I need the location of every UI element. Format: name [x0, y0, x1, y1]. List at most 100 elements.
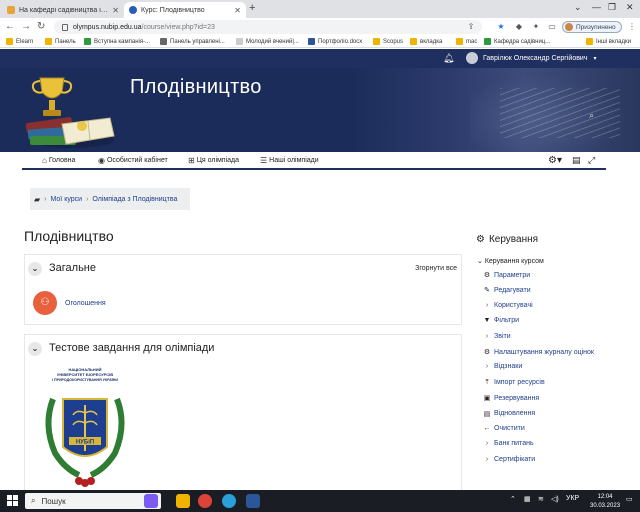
sidebar-icon[interactable]: ▭	[547, 22, 557, 32]
menu-item-dashboard[interactable]: ◉ Особистий кабінет	[98, 156, 168, 165]
fullscreen-icon[interactable]: ⤢	[588, 155, 595, 166]
reload-icon[interactable]: ↻	[37, 21, 45, 32]
profile-label: Призупинено	[576, 23, 616, 31]
folder-icon	[410, 38, 417, 45]
language-indicator[interactable]: УКР	[566, 495, 579, 502]
url-path: /course/view.php?id=23	[141, 23, 215, 31]
admin-item-4[interactable]: ▼ Фільтри	[483, 317, 520, 324]
volume-icon[interactable]: ◁)	[551, 495, 559, 503]
menu-item-this-olympiad[interactable]: ⊞ Ця олімпіада	[188, 156, 239, 165]
section-title: Тестове завдання для олімпіади	[49, 342, 215, 354]
admin-item-13[interactable]: › Сертифікати	[483, 456, 535, 463]
chrome-icon[interactable]	[198, 494, 212, 508]
chevron-down-icon[interactable]: ⌄	[28, 342, 42, 356]
admin-block-title: ⚙ Керування	[476, 234, 539, 245]
clock[interactable]: 12:04 30.03.2023	[590, 493, 620, 511]
search-icon[interactable]: ⌕	[589, 110, 601, 122]
admin-item-2[interactable]: ✎ Редагувати	[483, 286, 531, 295]
browser-toolbar: ← → ↻ olympus.nubip.edu.ua/course/view.p…	[0, 18, 640, 36]
word-icon[interactable]	[246, 494, 260, 508]
notification-icon[interactable]: ▭	[626, 495, 633, 503]
chevron-down-icon[interactable]: ⌄	[28, 262, 42, 276]
taskbar-search-input[interactable]: ⌕ Пошук	[25, 493, 161, 509]
browser-tab-1[interactable]: На кафедрі садівництва ім. про ✕	[2, 2, 124, 18]
profile-button[interactable]: Призупинено	[562, 21, 622, 33]
avatar	[565, 23, 573, 31]
back-icon[interactable]: ←	[5, 21, 15, 32]
admin-item-11[interactable]: ← Очистити	[483, 425, 525, 432]
breadcrumb-my-courses[interactable]: Мої курси	[51, 196, 83, 203]
bookmark-item[interactable]: Портфоліо.docx	[308, 38, 362, 45]
share-icon[interactable]: ⇪	[466, 22, 476, 32]
site-icon	[236, 38, 243, 45]
admin-item-label: Сертифікати	[494, 455, 536, 463]
url-host: olympus.nubip.edu.ua	[73, 23, 142, 31]
admin-item-6[interactable]: ⚙ Налаштування журналу оцінок	[483, 348, 594, 357]
star-icon[interactable]: ★	[496, 22, 506, 32]
file-explorer-icon[interactable]	[176, 494, 190, 508]
address-bar[interactable]: olympus.nubip.edu.ua/course/view.php?id=…	[54, 20, 482, 34]
chevron-down-icon: ⌄	[477, 258, 483, 265]
widget-icon[interactable]	[144, 494, 158, 508]
gear-icon[interactable]: ⚙▾	[548, 155, 562, 166]
bookmark-item[interactable]: Панель	[45, 38, 76, 45]
network-icon[interactable]: ▦	[524, 495, 531, 503]
wifi-icon[interactable]: ≋	[538, 495, 544, 503]
bookmark-item[interactable]: Scopus	[373, 38, 403, 45]
restore-icon: ▤	[483, 410, 491, 418]
chevron-down-icon: ▾	[593, 55, 597, 62]
word-icon	[308, 38, 315, 45]
windows-start-icon[interactable]	[7, 495, 18, 506]
forum-icon[interactable]: ⚇	[33, 291, 57, 315]
admin-item-12[interactable]: › Банк питань	[483, 440, 534, 447]
admin-item-8[interactable]: ⤒ Імпорт ресурсів	[483, 379, 544, 387]
admin-item-10[interactable]: ▤ Відновлення	[483, 410, 535, 418]
chevron-up-icon[interactable]: ⌃	[510, 495, 516, 503]
folder-open-icon: ▰	[34, 194, 41, 204]
close-tab-icon[interactable]: ✕	[112, 6, 119, 15]
admin-item-9[interactable]: ▣ Резервування	[483, 394, 539, 403]
bookmark-item[interactable]: Вступна кампанія-...	[84, 38, 150, 45]
bookmark-item[interactable]: Інші вкладки	[586, 38, 631, 45]
announcements-link[interactable]: Оголошення	[65, 300, 106, 307]
collapse-tabs-icon[interactable]: ⌄	[574, 2, 582, 13]
user-menu[interactable]: Гаврілюк Олександр Сергійович ▾	[466, 52, 597, 64]
menu-item-our-olympiads[interactable]: ☰ Наші олімпіади	[260, 156, 319, 165]
minimize-icon[interactable]: —	[592, 2, 601, 12]
admin-item-5[interactable]: › Звіти	[483, 333, 511, 340]
menu-item-home[interactable]: ⌂ Головна	[42, 156, 75, 165]
menu-dots-icon[interactable]: ⋮	[627, 22, 637, 32]
puzzle-icon[interactable]: ✦	[531, 22, 541, 32]
admin-item-3[interactable]: › Користувачі	[483, 302, 533, 309]
sitemap-icon: ⊞	[188, 156, 195, 165]
forward-icon[interactable]: →	[21, 21, 31, 32]
chevron-right-icon: ›	[485, 301, 489, 309]
settings-icon	[160, 38, 167, 45]
screen: На кафедрі садівництва ім. про ✕ Курс: П…	[0, 0, 640, 512]
close-window-icon[interactable]: ✕	[626, 2, 634, 13]
admin-item-7[interactable]: › Відзнаки	[483, 363, 522, 370]
browser-tab-2[interactable]: Курс: Плодівництво ✕	[124, 2, 246, 18]
close-tab-icon[interactable]: ✕	[234, 6, 241, 15]
bell-icon[interactable]: 🔔︎	[443, 53, 454, 63]
admin-item-1[interactable]: ⚙ Параметри	[483, 271, 530, 280]
bookmark-item[interactable]: Молодий вчений|...	[236, 38, 299, 45]
collapse-all-link[interactable]: Згорнути все	[415, 265, 457, 272]
site-favicon-icon	[129, 6, 137, 14]
maximize-icon[interactable]: ❐	[608, 2, 616, 13]
admin-item-label: Відновлення	[494, 410, 536, 418]
breadcrumb-course[interactable]: Олімпіада з Плодівництва	[92, 196, 177, 203]
bookmark-item[interactable]: вкладка	[410, 38, 442, 45]
page-title: Плодівництво	[24, 228, 114, 244]
browser-tab-bar: На кафедрі садівництва ім. про ✕ Курс: П…	[0, 0, 640, 18]
course-admin-root[interactable]: ⌄ Керування курсом	[477, 257, 544, 265]
new-tab-button[interactable]: +	[249, 2, 255, 14]
course-title: Плодівництво	[130, 76, 262, 98]
bookmark-item[interactable]: Панель управлені...	[160, 38, 225, 45]
bookmark-item[interactable]: mac	[456, 38, 477, 45]
bookmark-item[interactable]: Кафедра садівниц...	[484, 38, 550, 45]
bookmark-item[interactable]: Elearn	[6, 38, 33, 45]
sidebar-toggle-icon[interactable]: ▤	[572, 155, 581, 166]
telegram-icon[interactable]	[222, 494, 236, 508]
extension-icon[interactable]: ◆	[514, 22, 524, 32]
